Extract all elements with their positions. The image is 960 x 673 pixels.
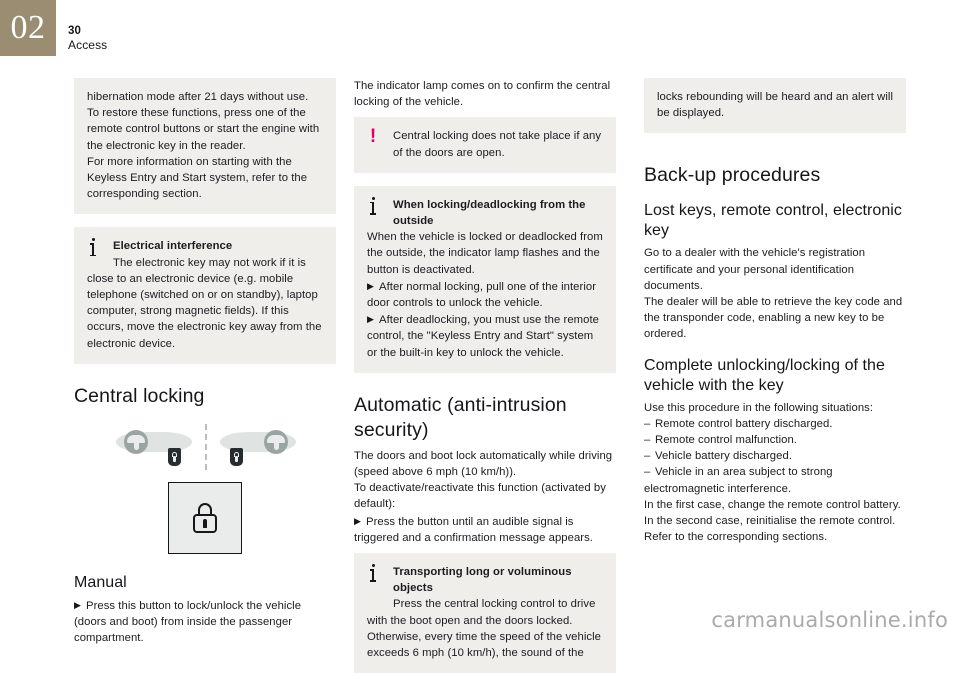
arrow-icon: ▶ xyxy=(354,515,361,526)
continued-paragraph: locks rebounding will be heard and an al… xyxy=(657,91,894,120)
continued-text-box: hibernation mode after 21 days without u… xyxy=(74,78,336,215)
page-columns: hibernation mode after 21 days without u… xyxy=(0,78,960,673)
subheading-complete-unlocking: Complete unlocking/locking of the vehicl… xyxy=(644,356,885,394)
info-box-paragraph-3-text: After deadlocking, you must use the remo… xyxy=(367,314,599,359)
figure-divider xyxy=(205,423,207,470)
arrow-icon: ▶ xyxy=(74,599,81,610)
heading-backup-procedures: Back-up procedures xyxy=(644,164,821,187)
dashboard-illustrations xyxy=(116,423,296,472)
continued-paragraph-2: For more information on starting with th… xyxy=(87,155,308,201)
padlock-icon xyxy=(193,502,217,533)
info-box-title: Electrical interference xyxy=(113,240,233,253)
dash-icon: – xyxy=(644,466,651,479)
lock-button-marker-lhd xyxy=(168,447,181,466)
subheading-lost-keys: Lost keys, remote control, electronic ke… xyxy=(644,202,902,240)
heading-automatic-locking: Automatic (anti-intrusion security) xyxy=(354,393,567,441)
dash-icon: – xyxy=(644,450,651,463)
info-box-title: When locking/deadlocking from the outsid… xyxy=(393,198,586,228)
watermark: carmanualsonline.info xyxy=(711,608,948,632)
steering-wheel-icon-rhd xyxy=(264,429,288,454)
lost-keys-paragraph-2: The dealer will be able to retrieve the … xyxy=(644,296,903,341)
automatic-paragraph-3: ▶ Press the button until an audible signa… xyxy=(354,513,616,546)
info-box-title: Transporting long or voluminous objects xyxy=(393,566,572,595)
info-box-locking-from-outside: When locking/deadlocking from the outsid… xyxy=(354,185,616,373)
subheading-manual: Manual xyxy=(74,573,127,591)
info-box-body: The electronic key may not work if it is… xyxy=(87,256,322,350)
manual-instruction-text: Press this button to lock/unlock the veh… xyxy=(74,599,302,645)
list-item-label: Vehicle battery discharged. xyxy=(655,450,792,463)
heading-central-locking: Central locking xyxy=(74,384,205,407)
info-icon xyxy=(365,564,381,583)
continued-text-box: locks rebounding will be heard and an al… xyxy=(644,78,906,134)
intro-paragraph: The indicator lamp comes on to confirm t… xyxy=(354,80,611,109)
manual-instruction: ▶ Press this button to lock/unlock the ve… xyxy=(74,597,336,647)
page-header: 30 Access xyxy=(68,24,107,53)
page-number: 30 xyxy=(68,25,81,37)
automatic-paragraph-3-text: Press the button until an audible signal… xyxy=(354,515,593,544)
automatic-paragraph-1: The doors and boot lock automatically wh… xyxy=(354,449,613,479)
complete-unlocking-paragraph-3: Refer to the corresponding sections. xyxy=(644,531,828,544)
central-locking-figure xyxy=(74,416,336,566)
info-box-paragraph-2: ▶ After normal locking, pull one of the i… xyxy=(367,278,603,311)
info-box-electrical-interference: Electrical interference The electronic k… xyxy=(74,227,336,364)
list-item: – Vehicle in an area subject to strong el… xyxy=(644,464,906,496)
arrow-icon: ▶ xyxy=(367,314,374,325)
info-box-paragraph-3: ▶ After deadlocking, you must use the rem… xyxy=(367,311,603,361)
lost-keys-paragraph-1: Go to a dealer with the vehicle's regist… xyxy=(644,247,866,292)
warning-icon: ! xyxy=(369,126,377,148)
section-title: Access xyxy=(68,38,108,52)
list-item-label: Remote control battery discharged. xyxy=(655,417,833,430)
info-box-paragraph-2-text: After normal locking, pull one of the in… xyxy=(367,280,597,310)
warning-box-central-locking: ! Central locking does not take place if… xyxy=(354,117,616,173)
list-item: – Remote control battery discharged. xyxy=(644,416,906,432)
info-box-paragraph-1: Press the central locking control to dri… xyxy=(367,598,596,627)
continued-paragraph-1: hibernation mode after 21 days without u… xyxy=(87,91,320,152)
arrow-icon: ▶ xyxy=(367,280,374,291)
lock-button-marker-rhd xyxy=(230,447,243,466)
complete-unlocking-intro: Use this procedure in the following situ… xyxy=(644,401,874,414)
column-1: hibernation mode after 21 days without u… xyxy=(74,78,336,646)
info-icon xyxy=(85,238,101,257)
list-item: – Remote control malfunction. xyxy=(644,432,906,448)
complete-unlocking-paragraph-2: In the second case, reinitialise the rem… xyxy=(644,515,896,528)
complete-unlocking-paragraph-1: In the first case, change the remote con… xyxy=(644,498,901,511)
list-item-label: Vehicle in an area subject to strong ele… xyxy=(644,466,833,495)
steering-wheel-icon-lhd xyxy=(124,429,148,454)
column-3: locks rebounding will be heard and an al… xyxy=(644,78,906,545)
warning-box-body: Central locking does not take place if a… xyxy=(393,130,602,159)
list-item: – Vehicle battery discharged. xyxy=(644,448,906,464)
info-icon xyxy=(365,196,381,215)
info-box-paragraph-1: When the vehicle is locked or deadlocked… xyxy=(367,231,603,276)
list-item-label: Remote control malfunction. xyxy=(655,434,797,447)
chapter-number-tab: 02 xyxy=(0,0,56,56)
dash-icon: – xyxy=(644,434,651,447)
info-box-paragraph-2: Otherwise, every time the speed of the v… xyxy=(367,630,602,660)
automatic-paragraph-2: To deactivate/reactivate this function (… xyxy=(354,482,606,511)
info-box-transporting-objects: Transporting long or voluminous objects … xyxy=(354,553,616,673)
central-locking-button[interactable] xyxy=(168,481,242,554)
dash-icon: – xyxy=(644,417,651,430)
column-2: The indicator lamp comes on to confirm t… xyxy=(354,78,616,673)
